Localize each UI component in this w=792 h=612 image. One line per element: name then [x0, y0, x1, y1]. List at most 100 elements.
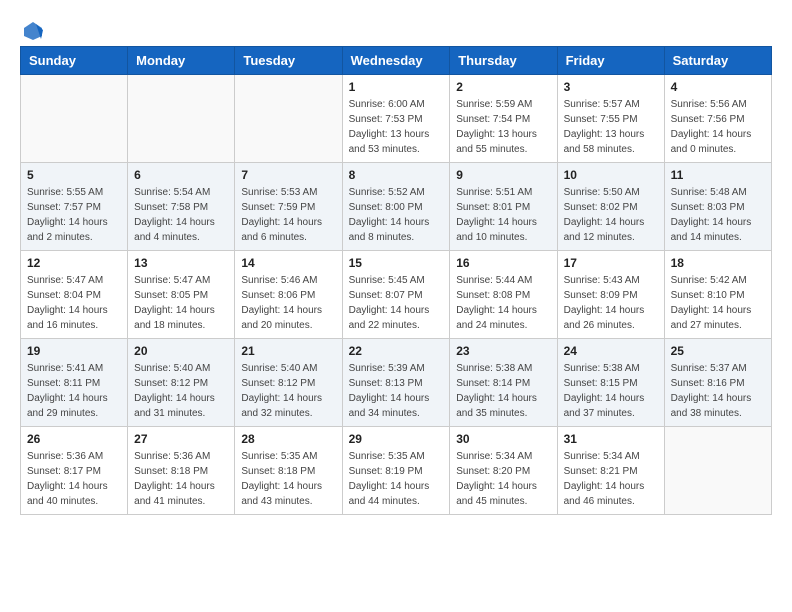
day-number: 13: [134, 256, 228, 270]
day-number: 30: [456, 432, 550, 446]
day-info: Sunrise: 5:36 AMSunset: 8:17 PMDaylight:…: [27, 449, 121, 509]
header-wednesday: Wednesday: [342, 47, 450, 75]
calendar-cell: 8Sunrise: 5:52 AMSunset: 8:00 PMDaylight…: [342, 163, 450, 251]
day-number: 22: [349, 344, 444, 358]
day-info: Sunrise: 5:40 AMSunset: 8:12 PMDaylight:…: [134, 361, 228, 421]
day-info: Sunrise: 5:53 AMSunset: 7:59 PMDaylight:…: [241, 185, 335, 245]
day-info: Sunrise: 5:50 AMSunset: 8:02 PMDaylight:…: [564, 185, 658, 245]
day-info: Sunrise: 5:35 AMSunset: 8:18 PMDaylight:…: [241, 449, 335, 509]
header-sunday: Sunday: [21, 47, 128, 75]
calendar-table: SundayMondayTuesdayWednesdayThursdayFrid…: [20, 46, 772, 515]
day-info: Sunrise: 5:57 AMSunset: 7:55 PMDaylight:…: [564, 97, 658, 157]
day-number: 12: [27, 256, 121, 270]
day-number: 16: [456, 256, 550, 270]
day-info: Sunrise: 5:45 AMSunset: 8:07 PMDaylight:…: [349, 273, 444, 333]
calendar-cell: 14 Sunrise: 5:46 AMSunset: 8:06 PMDayligh…: [235, 251, 342, 339]
calendar-cell: 2 Sunrise: 5:59 AMSunset: 7:54 PMDaylight…: [450, 75, 557, 163]
logo-icon: [22, 20, 44, 42]
day-info: Sunrise: 5:42 AMSunset: 8:10 PMDaylight:…: [671, 273, 765, 333]
day-info: Sunrise: 5:46 AMSunset: 8:06 PMDaylight:…: [241, 273, 335, 333]
calendar-cell: 10 Sunrise: 5:50 AMSunset: 8:02 PMDayligh…: [557, 163, 664, 251]
day-info: Sunrise: 5:51 AMSunset: 8:01 PMDaylight:…: [456, 185, 550, 245]
header-friday: Friday: [557, 47, 664, 75]
day-number: 1: [349, 80, 444, 94]
day-number: 10: [564, 168, 658, 182]
calendar-week-1: 1 Sunrise: 6:00 AMSunset: 7:53 PMDaylight…: [21, 75, 772, 163]
calendar-cell: 9 Sunrise: 5:51 AMSunset: 8:01 PMDaylight…: [450, 163, 557, 251]
day-info: Sunrise: 5:47 AMSunset: 8:04 PMDaylight:…: [27, 273, 121, 333]
page-header: [20, 20, 772, 38]
calendar-cell: 5Sunrise: 5:55 AMSunset: 7:57 PMDaylight…: [21, 163, 128, 251]
day-info: Sunrise: 5:38 AMSunset: 8:14 PMDaylight:…: [456, 361, 550, 421]
day-number: 2: [456, 80, 550, 94]
calendar-cell: 29 Sunrise: 5:35 AMSunset: 8:19 PMDayligh…: [342, 427, 450, 515]
calendar-cell: 16 Sunrise: 5:44 AMSunset: 8:08 PMDayligh…: [450, 251, 557, 339]
calendar-cell: 24 Sunrise: 5:38 AMSunset: 8:15 PMDayligh…: [557, 339, 664, 427]
day-number: 20: [134, 344, 228, 358]
calendar-cell: 13 Sunrise: 5:47 AMSunset: 8:05 PMDayligh…: [128, 251, 235, 339]
day-number: 3: [564, 80, 658, 94]
day-number: 21: [241, 344, 335, 358]
calendar-cell: 6 Sunrise: 5:54 AMSunset: 7:58 PMDaylight…: [128, 163, 235, 251]
day-number: 29: [349, 432, 444, 446]
day-number: 6: [134, 168, 228, 182]
calendar-week-5: 26 Sunrise: 5:36 AMSunset: 8:17 PMDayligh…: [21, 427, 772, 515]
calendar-week-2: 5Sunrise: 5:55 AMSunset: 7:57 PMDaylight…: [21, 163, 772, 251]
calendar-header-row: SundayMondayTuesdayWednesdayThursdayFrid…: [21, 47, 772, 75]
calendar-cell: [128, 75, 235, 163]
day-info: Sunrise: 5:44 AMSunset: 8:08 PMDaylight:…: [456, 273, 550, 333]
calendar-cell: 26 Sunrise: 5:36 AMSunset: 8:17 PMDayligh…: [21, 427, 128, 515]
calendar-cell: [235, 75, 342, 163]
calendar-cell: 12 Sunrise: 5:47 AMSunset: 8:04 PMDayligh…: [21, 251, 128, 339]
day-number: 26: [27, 432, 121, 446]
day-info: Sunrise: 5:38 AMSunset: 8:15 PMDaylight:…: [564, 361, 658, 421]
day-info: Sunrise: 5:40 AMSunset: 8:12 PMDaylight:…: [241, 361, 335, 421]
day-number: 17: [564, 256, 658, 270]
day-number: 27: [134, 432, 228, 446]
day-number: 18: [671, 256, 765, 270]
day-number: 11: [671, 168, 765, 182]
day-number: 8: [349, 168, 444, 182]
day-info: Sunrise: 5:35 AMSunset: 8:19 PMDaylight:…: [349, 449, 444, 509]
calendar-cell: 22Sunrise: 5:39 AMSunset: 8:13 PMDayligh…: [342, 339, 450, 427]
calendar-week-3: 12 Sunrise: 5:47 AMSunset: 8:04 PMDayligh…: [21, 251, 772, 339]
calendar-cell: 31Sunrise: 5:34 AMSunset: 8:21 PMDayligh…: [557, 427, 664, 515]
calendar-cell: 23Sunrise: 5:38 AMSunset: 8:14 PMDayligh…: [450, 339, 557, 427]
header-tuesday: Tuesday: [235, 47, 342, 75]
day-info: Sunrise: 5:36 AMSunset: 8:18 PMDaylight:…: [134, 449, 228, 509]
day-info: Sunrise: 5:59 AMSunset: 7:54 PMDaylight:…: [456, 97, 550, 157]
day-info: Sunrise: 5:37 AMSunset: 8:16 PMDaylight:…: [671, 361, 765, 421]
day-number: 9: [456, 168, 550, 182]
day-info: Sunrise: 5:48 AMSunset: 8:03 PMDaylight:…: [671, 185, 765, 245]
calendar-cell: 21 Sunrise: 5:40 AMSunset: 8:12 PMDayligh…: [235, 339, 342, 427]
calendar-cell: 17 Sunrise: 5:43 AMSunset: 8:09 PMDayligh…: [557, 251, 664, 339]
day-number: 15: [349, 256, 444, 270]
day-number: 4: [671, 80, 765, 94]
header-thursday: Thursday: [450, 47, 557, 75]
calendar-week-4: 19 Sunrise: 5:41 AMSunset: 8:11 PMDayligh…: [21, 339, 772, 427]
day-info: Sunrise: 5:34 AMSunset: 8:21 PMDaylight:…: [564, 449, 658, 509]
day-info: Sunrise: 6:00 AMSunset: 7:53 PMDaylight:…: [349, 97, 444, 157]
calendar-cell: 7 Sunrise: 5:53 AMSunset: 7:59 PMDaylight…: [235, 163, 342, 251]
day-number: 25: [671, 344, 765, 358]
day-info: Sunrise: 5:54 AMSunset: 7:58 PMDaylight:…: [134, 185, 228, 245]
day-info: Sunrise: 5:43 AMSunset: 8:09 PMDaylight:…: [564, 273, 658, 333]
day-number: 19: [27, 344, 121, 358]
day-info: Sunrise: 5:47 AMSunset: 8:05 PMDaylight:…: [134, 273, 228, 333]
day-number: 24: [564, 344, 658, 358]
calendar-cell: 15 Sunrise: 5:45 AMSunset: 8:07 PMDayligh…: [342, 251, 450, 339]
day-number: 7: [241, 168, 335, 182]
day-info: Sunrise: 5:56 AMSunset: 7:56 PMDaylight:…: [671, 97, 765, 157]
day-info: Sunrise: 5:41 AMSunset: 8:11 PMDaylight:…: [27, 361, 121, 421]
day-info: Sunrise: 5:55 AMSunset: 7:57 PMDaylight:…: [27, 185, 121, 245]
calendar-cell: 27 Sunrise: 5:36 AMSunset: 8:18 PMDayligh…: [128, 427, 235, 515]
calendar-cell: 4 Sunrise: 5:56 AMSunset: 7:56 PMDaylight…: [664, 75, 771, 163]
day-number: 14: [241, 256, 335, 270]
calendar-cell: 20 Sunrise: 5:40 AMSunset: 8:12 PMDayligh…: [128, 339, 235, 427]
day-info: Sunrise: 5:34 AMSunset: 8:20 PMDaylight:…: [456, 449, 550, 509]
header-saturday: Saturday: [664, 47, 771, 75]
calendar-cell: 19 Sunrise: 5:41 AMSunset: 8:11 PMDayligh…: [21, 339, 128, 427]
calendar-cell: [664, 427, 771, 515]
calendar-cell: 1 Sunrise: 6:00 AMSunset: 7:53 PMDaylight…: [342, 75, 450, 163]
calendar-cell: 11 Sunrise: 5:48 AMSunset: 8:03 PMDayligh…: [664, 163, 771, 251]
